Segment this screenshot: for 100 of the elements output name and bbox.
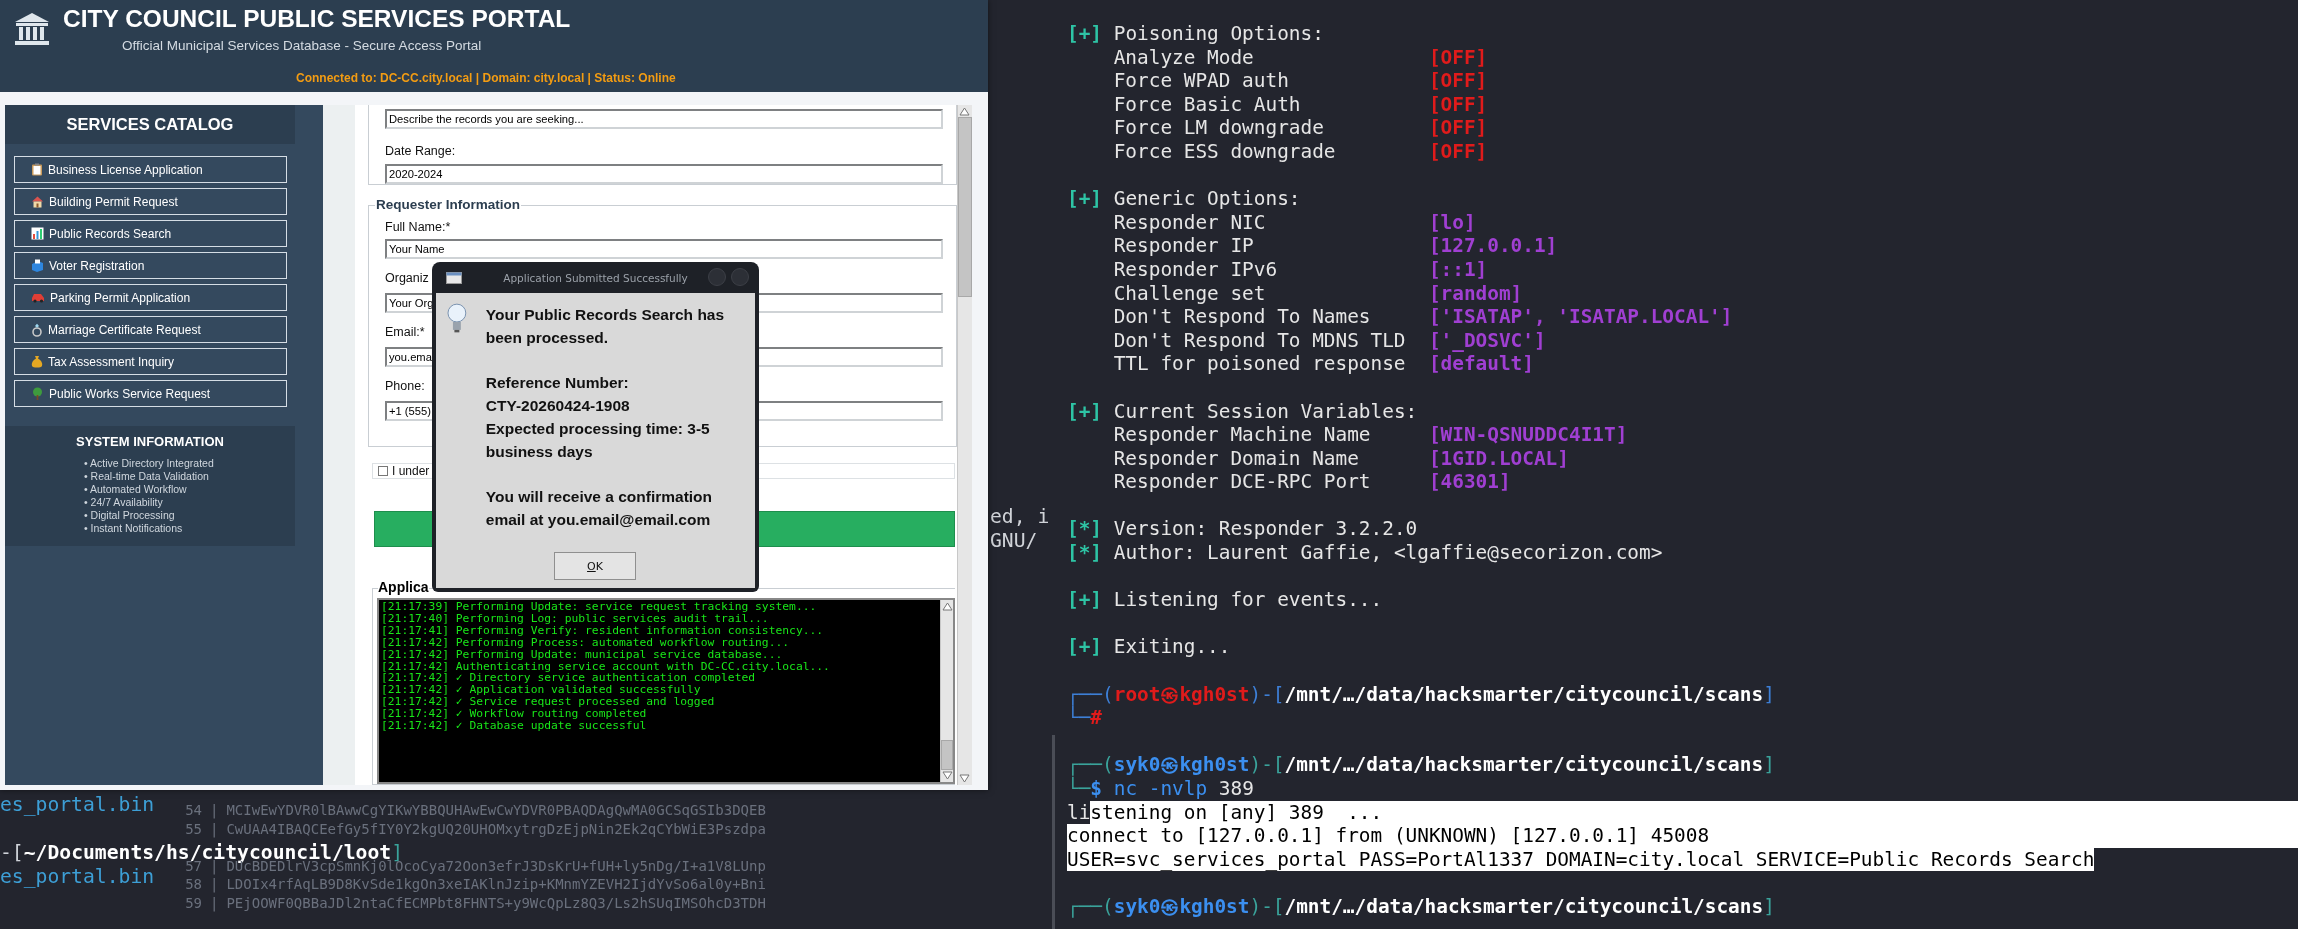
terminal-text: )-[	[1249, 753, 1285, 777]
section-heading: [+] Exiting...	[1067, 635, 1232, 660]
option-label: Responder IP	[1113, 234, 1255, 258]
log-line: [21:17:42] ✓ Application validated successfully	[381, 684, 701, 697]
section-legend: Applica	[378, 579, 429, 595]
option-value: [1GID.LOCAL]	[1428, 446, 1569, 471]
option-label: Don't Respond To MDNS TLD	[1113, 328, 1407, 353]
connection-status: Connected to: DC-CC.city.local | Domain: city.local | Status: Online	[296, 71, 676, 85]
terminal-text: ┌──(	[1067, 682, 1114, 706]
option-label: Analyze Mode	[1113, 45, 1255, 70]
terminal-text: $	[1090, 777, 1103, 801]
terminal-text: ]	[1763, 753, 1775, 777]
section-legend: Requester Information	[375, 197, 522, 212]
log-line: [21:17:41] Performing Verify: resident information consistency...	[381, 624, 824, 637]
option-value: [46301]	[1428, 470, 1511, 494]
section-heading: [+] Poisoning Options:	[1067, 22, 1325, 46]
line-separator: |	[210, 819, 219, 838]
dialog-title: Application Submitted Successfully	[503, 271, 688, 284]
sidebar-heading: SERVICES CATALOG	[5, 105, 295, 144]
terminal-text: LDOIx4rfAqLB9D8KvSde1kgOn3xeIAKlnJzip+KMnmYZEVH2IjdYvSo6al0y+Bni	[226, 875, 766, 894]
system-info-item: • 24/7 Availability	[84, 496, 163, 509]
field-label: Email:*	[385, 325, 425, 339]
dialog-message: You will receive a confirmation email at you.email@email.com	[485, 487, 714, 530]
section-heading: [+] Generic Options:	[1067, 187, 1302, 211]
terminal-text: nc -nvlp	[1112, 777, 1208, 801]
option-value: [random]	[1428, 281, 1523, 306]
option-value: [127.0.0.1]	[1428, 234, 1558, 258]
terminal-text: ed, i	[990, 505, 1050, 529]
option-value: [::1]	[1428, 257, 1488, 282]
terminal-text: )-[	[1249, 682, 1285, 707]
option-label: TTL for poisoned response	[1113, 352, 1407, 376]
terminal-text: root㉿kgh0st	[1113, 682, 1250, 707]
system-info-item: • Real-time Data Validation	[84, 470, 209, 483]
system-info-item: • Digital Processing	[84, 509, 175, 522]
field-label: Phone:	[385, 379, 425, 393]
terminal-text: ]	[1763, 894, 1775, 919]
line-number: 54	[184, 801, 202, 820]
dialog-message: Reference Number: CTY-20260424-1908 Expected processing time: 3-5 business days	[485, 373, 711, 462]
terminal-text: /mnt/…/data/hacksmarter/citycouncil/scans	[1284, 682, 1764, 707]
terminal-text: MCIwEwYDVR0lBAwwCgYIKwYBBQUHAwEwCwYDVR0PBAQDAgQwMA0GCSqGSIb3DQEB	[226, 801, 766, 820]
terminal-text: syk0㉿kgh0st	[1113, 753, 1250, 777]
option-label: Force WPAD auth	[1113, 69, 1290, 93]
terminal-text: └─	[1067, 777, 1091, 801]
log-line: [21:17:42] Performing Process: automated workflow routing...	[381, 636, 790, 649]
terminal-text: /mnt/…/data/hacksmarter/citycouncil/scans	[1284, 753, 1764, 777]
section-heading: [*] Author: Laurent Gaffie, <lgaffie@secorizon.com>	[1067, 541, 1664, 565]
system-info-item: • Instant Notifications	[84, 522, 183, 535]
section-heading: [+] Current Session Variables:	[1067, 399, 1419, 424]
option-label: Force Basic Auth	[1113, 92, 1302, 117]
terminal-text: PEjOOWF0QBBaJDl2ntaCfECMPbt8FHNTS+y9WcQpLz8Q3/Ls2hSUqIMSOhcD3TDH	[226, 893, 766, 912]
terminal-text: -[	[0, 841, 24, 865]
option-label: Responder NIC	[1113, 210, 1267, 235]
terminal-text: li	[1067, 800, 1091, 825]
option-value: ['ISATAP', 'ISATAP.LOCAL']	[1428, 305, 1733, 329]
field-label: Full Name:*	[385, 220, 451, 234]
checkbox-label: I under	[392, 464, 430, 479]
terminal-text: #	[1090, 706, 1103, 730]
dialog-message: Your Public Records Search has been processed.	[485, 305, 726, 348]
log-line: [21:17:42] ✓ Directory service authentication completed	[381, 672, 756, 685]
option-value: [OFF]	[1428, 45, 1488, 70]
log-line: [21:17:42] ✓ Workflow routing completed	[381, 708, 647, 721]
option-label: Responder Machine Name	[1113, 423, 1372, 447]
option-value: [default]	[1428, 352, 1534, 376]
terminal-text: └─	[1067, 706, 1091, 730]
option-value: [lo]	[1428, 210, 1476, 235]
terminal-text: es_portal.bin	[0, 865, 155, 889]
terminal-text: ┌──(	[1067, 894, 1114, 919]
option-label: Responder IPv6	[1113, 257, 1279, 282]
portal-subtitle: Official Municipal Services Database - Secure Access Portal	[122, 38, 482, 53]
log-line: [21:17:42] ✓ Service request processed and logged	[381, 696, 715, 709]
terminal-text: ]	[1763, 682, 1775, 707]
line-number: 58	[184, 875, 202, 894]
terminal-text: USER=svc_services_portal PASS=PortAl1337 DOMAIN=city.local SERVICE=Public Records Search	[1067, 847, 2095, 872]
terminal-text: connect to [127.0.0.1] from (UNKNOWN) [127.0.0.1] 45008	[1067, 824, 2298, 848]
terminal-text: GNU/	[990, 529, 1038, 553]
option-value: [OFF]	[1428, 116, 1488, 140]
portal-title: CITY COUNCIL PUBLIC SERVICES PORTAL	[63, 4, 571, 34]
option-value: [WIN-QSNUDDC4I1T]	[1428, 423, 1628, 447]
line-separator: |	[210, 893, 219, 912]
terminal-text: CwUAA4IBAQCEefGy5fIY0Y2kgUQ20UHOMxytrgDzEjpNin2Ek2qCYbWiE3Pszdpa	[226, 819, 766, 838]
terminal-text: ┌──(	[1067, 753, 1114, 777]
line-separator: |	[210, 875, 219, 894]
terminal-text: )-[	[1249, 894, 1285, 919]
log-line: [21:17:42] ✓ Database update successful	[381, 720, 647, 732]
system-info-item: • Active Directory Integrated	[84, 457, 214, 470]
terminal-text: es_portal.bin	[0, 793, 155, 817]
section-heading: [+] Listening for events...	[1067, 588, 1384, 612]
option-label: Responder DCE-RPC Port	[1113, 470, 1372, 494]
terminal-text: /mnt/…/data/hacksmarter/citycouncil/scans	[1284, 894, 1764, 919]
option-label: Don't Respond To Names	[1113, 305, 1372, 329]
option-value: ['_DOSVC']	[1428, 328, 1546, 353]
option-value: [OFF]	[1428, 92, 1488, 117]
log-line: [21:17:39] Performing Update: service request tracking system...	[381, 601, 817, 613]
line-number: 55	[184, 819, 202, 838]
terminal-text: 389	[1217, 777, 1254, 801]
option-label: Force ESS downgrade	[1113, 139, 1337, 164]
option-label: Force LM downgrade	[1113, 116, 1325, 140]
system-info-heading: SYSTEM INFORMATION	[76, 434, 224, 449]
option-label: Challenge set	[1113, 281, 1267, 306]
line-separator: |	[210, 801, 219, 820]
